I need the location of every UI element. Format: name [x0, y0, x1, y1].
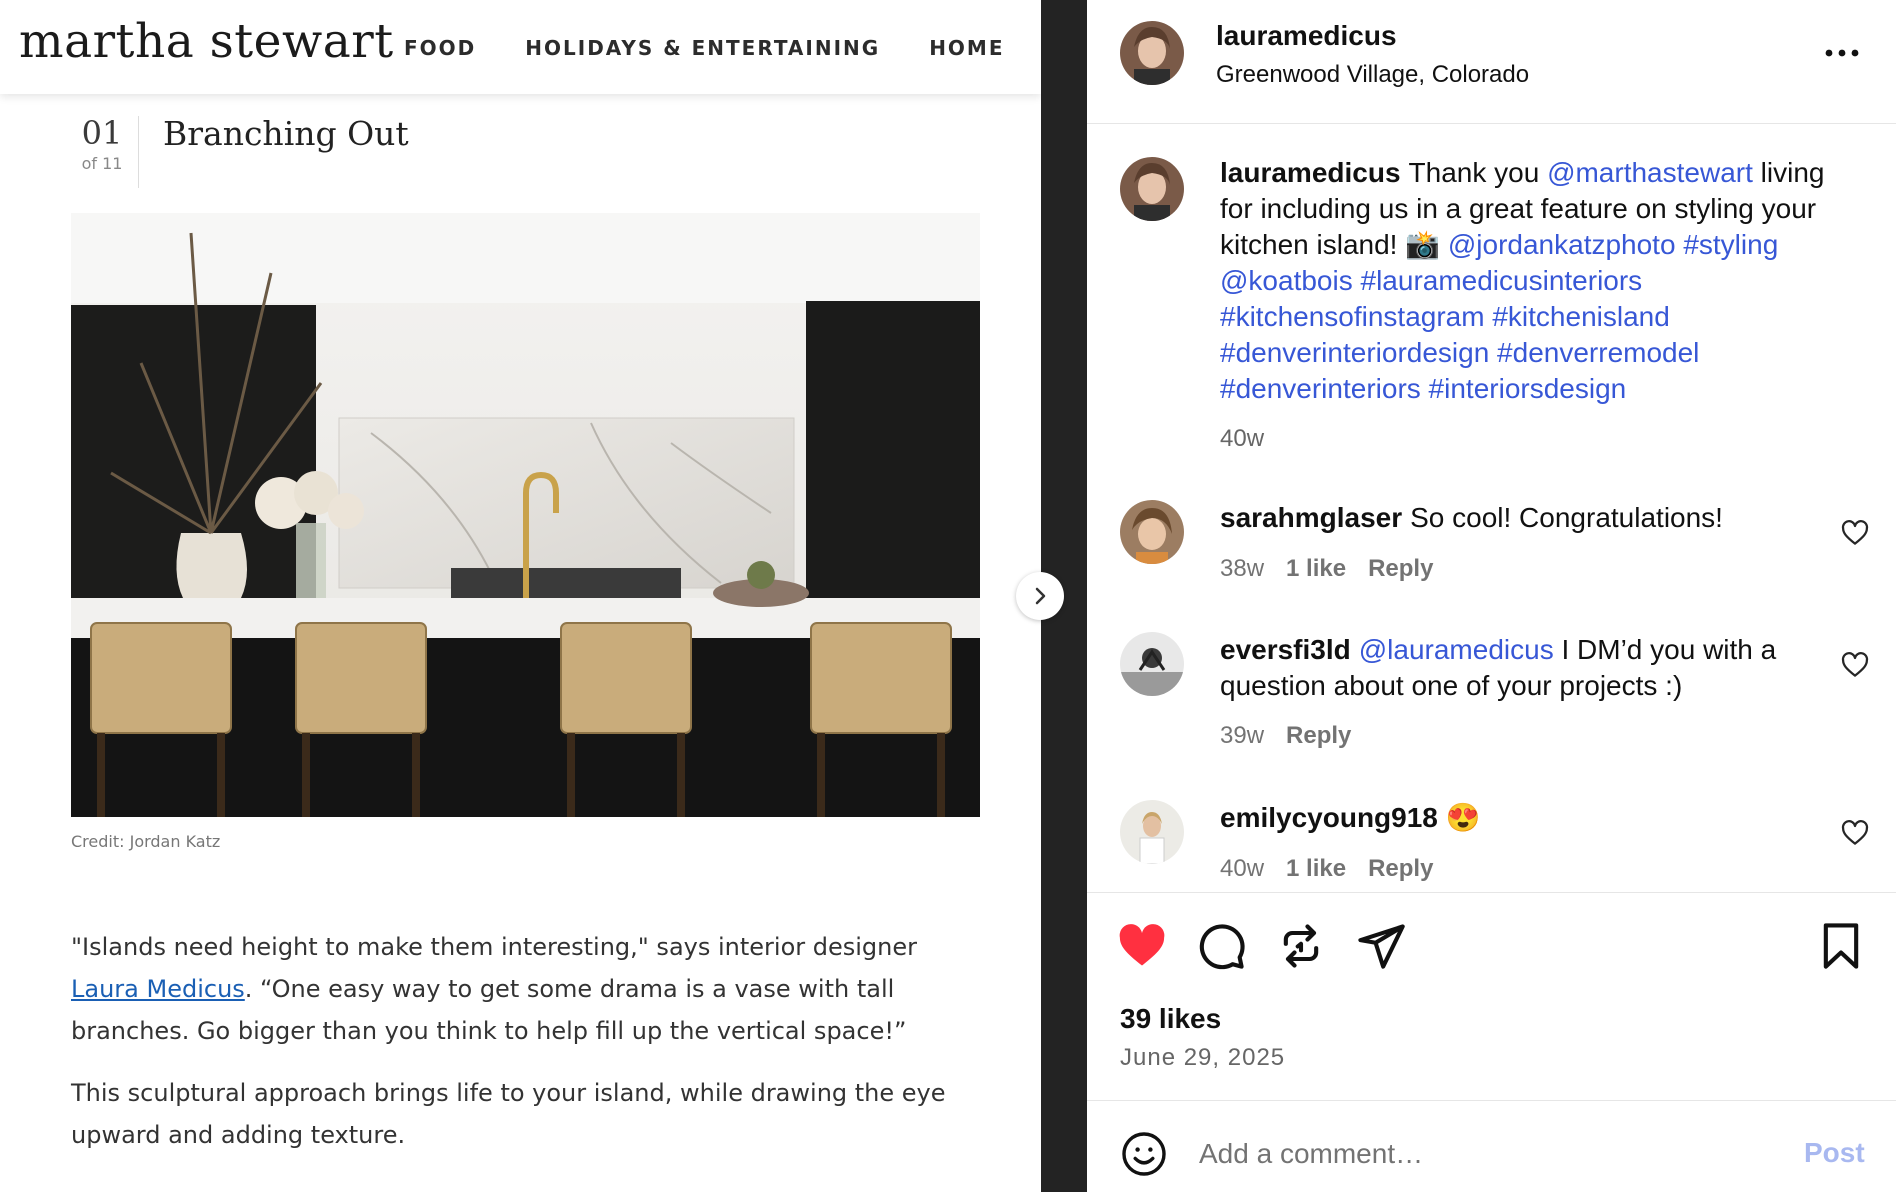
- comment-bubble-icon: [1199, 924, 1245, 970]
- mention-jordankatzphoto[interactable]: @jordankatzphoto: [1448, 229, 1676, 260]
- hashtag-styling[interactable]: #styling: [1683, 229, 1778, 260]
- mention-lauramedicus[interactable]: @lauramedicus: [1359, 634, 1554, 665]
- more-horizontal-icon: [1825, 49, 1859, 57]
- nav-item-food[interactable]: FOOD: [404, 36, 476, 60]
- article-paragraph-2: This sculptural approach brings life to …: [71, 1079, 946, 1149]
- comment-body: eversfi3ld @lauramedicus I DM’d you with …: [1220, 632, 1820, 704]
- para1-text-before: "Islands need height to make them intere…: [71, 933, 917, 961]
- designer-link[interactable]: Laura Medicus: [71, 975, 245, 1003]
- comment-username[interactable]: eversfi3ld: [1220, 634, 1351, 665]
- heart-outline-icon: [1841, 652, 1869, 677]
- comment-username[interactable]: emilycyoung918: [1220, 802, 1438, 833]
- slide-total: of 11: [81, 154, 123, 173]
- caption-username[interactable]: lauramedicus: [1220, 157, 1401, 188]
- comment-body: sarahmglaser So cool! Congratulations!: [1220, 500, 1820, 536]
- comment-time[interactable]: 39w: [1220, 722, 1264, 749]
- main-nav: FOOD HOLIDAYS & ENTERTAINING HOME GA: [404, 36, 1041, 60]
- comment-text: So cool! Congratulations!: [1410, 502, 1723, 533]
- comment-like-count[interactable]: 1 like: [1286, 855, 1346, 882]
- comment-bar-divider: [1087, 1100, 1896, 1101]
- chevron-right-icon: [1035, 587, 1046, 605]
- comment-reply-button[interactable]: Reply: [1368, 555, 1433, 582]
- add-comment-input[interactable]: [1199, 1131, 1779, 1177]
- actions-divider: [1087, 892, 1896, 893]
- post-caption: lauramedicus Thank you @marthastewart liv…: [1220, 155, 1860, 407]
- heart-outline-icon: [1841, 820, 1869, 845]
- next-slide-button[interactable]: [1016, 572, 1064, 620]
- slide-divider: [138, 116, 139, 188]
- emoji-button[interactable]: [1120, 1130, 1168, 1178]
- nav-item-home[interactable]: HOME: [929, 36, 1004, 60]
- smiley-icon: [1122, 1132, 1166, 1176]
- likes-count[interactable]: 39 likes: [1120, 1003, 1221, 1035]
- comment-time[interactable]: 38w: [1220, 555, 1264, 582]
- comment-meta: 39w Reply: [1220, 722, 1373, 750]
- site-logo[interactable]: martha stewart: [19, 14, 394, 69]
- site-header: martha stewart FOOD HOLIDAYS & ENTERTAIN…: [0, 0, 1041, 94]
- photo-credit: Credit: Jordan Katz: [71, 832, 221, 851]
- slide-title: Branching Out: [163, 114, 409, 153]
- heart-filled-icon: [1119, 924, 1165, 966]
- bookmark-icon: [1823, 923, 1859, 969]
- save-button[interactable]: [1815, 920, 1867, 972]
- instagram-post-panel: lauramedicus Greenwood Village, Colorado…: [1087, 0, 1896, 1192]
- comment-time[interactable]: 40w: [1220, 855, 1264, 882]
- post-date[interactable]: June 29, 2025: [1120, 1044, 1285, 1072]
- heart-outline-icon: [1841, 520, 1869, 545]
- caption-text-1: Thank you: [1408, 157, 1548, 188]
- mention-marthastewart[interactable]: @marthastewart: [1547, 157, 1753, 188]
- comment-like-button[interactable]: [1840, 650, 1870, 680]
- comment-like-count[interactable]: 1 like: [1286, 555, 1346, 582]
- comment-reply-button[interactable]: Reply: [1368, 855, 1433, 882]
- caption-timestamp[interactable]: 40w: [1220, 425, 1264, 453]
- avatar[interactable]: [1120, 21, 1184, 85]
- comment-meta: 40w 1 like Reply: [1220, 855, 1455, 883]
- comment-text: 😍: [1445, 802, 1481, 833]
- repost-button[interactable]: [1275, 920, 1327, 972]
- post-header: lauramedicus Greenwood Village, Colorado: [1087, 0, 1896, 124]
- comment-like-button[interactable]: [1840, 818, 1870, 848]
- comment-button[interactable]: [1195, 920, 1247, 972]
- kitchen-photo: [71, 213, 980, 817]
- article-panel: martha stewart FOOD HOLIDAYS & ENTERTAIN…: [0, 0, 1041, 1192]
- comment-avatar[interactable]: [1120, 500, 1184, 564]
- more-options-button[interactable]: [1817, 38, 1867, 68]
- article-paragraph-1: "Islands need height to make them intere…: [71, 926, 971, 1052]
- repost-icon: [1283, 924, 1319, 968]
- nav-item-holidays[interactable]: HOLIDAYS & ENTERTAINING: [525, 36, 880, 60]
- slide-number: 01: [81, 114, 123, 152]
- mention-koatbois[interactable]: @koatbois: [1220, 265, 1353, 296]
- post-comment-button[interactable]: Post: [1804, 1137, 1865, 1169]
- comment-username[interactable]: sarahmglaser: [1220, 502, 1402, 533]
- like-button[interactable]: [1116, 920, 1168, 972]
- comment-like-button[interactable]: [1840, 518, 1870, 548]
- comment-body: emilycyoung918 😍: [1220, 800, 1820, 836]
- comment-avatar[interactable]: [1120, 800, 1184, 864]
- slide-counter: 01 of 11: [72, 114, 132, 173]
- caption-avatar[interactable]: [1120, 157, 1184, 221]
- send-icon: [1358, 924, 1405, 969]
- post-author-username[interactable]: lauramedicus: [1216, 20, 1397, 52]
- comment-meta: 38w 1 like Reply: [1220, 555, 1455, 583]
- comment-avatar[interactable]: [1120, 632, 1184, 696]
- comment-reply-button[interactable]: Reply: [1286, 722, 1351, 749]
- post-location[interactable]: Greenwood Village, Colorado: [1216, 61, 1529, 89]
- share-button[interactable]: [1355, 920, 1407, 972]
